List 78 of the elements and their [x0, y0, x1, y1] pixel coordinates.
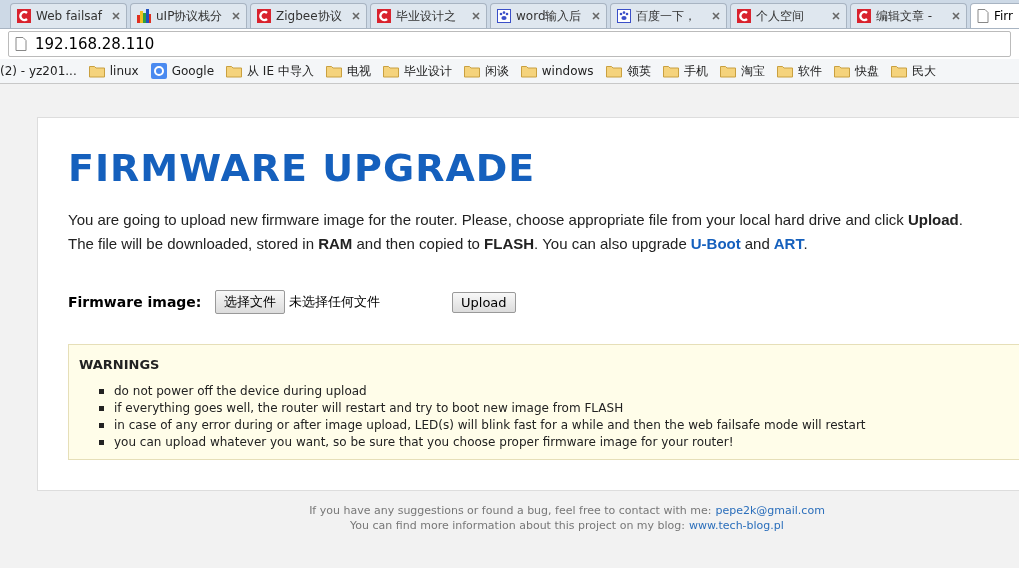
c-logo-icon: [17, 9, 31, 23]
field-label: Firmware image:: [68, 294, 203, 310]
footer-text: You can find more information about this project on my blog:: [350, 518, 686, 533]
paw-icon: [497, 9, 511, 23]
bookmark-item[interactable]: linux: [88, 64, 139, 78]
bookmark-item[interactable]: 闲谈: [463, 62, 509, 80]
folder-icon: [325, 64, 342, 78]
page-title: FIRMWARE UPGRADE: [68, 146, 537, 190]
address-field[interactable]: 192.168.28.110: [8, 31, 1011, 57]
intro-text: You are going to upload new firmware image for the router. Please, choose appropriate file from your local hard drive and click Upload.: [68, 210, 964, 230]
bullet-icon: [99, 388, 104, 394]
browser-tab[interactable]: 百度一下，: [610, 3, 727, 28]
close-icon[interactable]: [712, 12, 720, 20]
browser-tab[interactable]: 编辑文章 -: [850, 3, 967, 28]
bookmark-item[interactable]: 领英: [605, 62, 651, 80]
close-icon[interactable]: [832, 12, 840, 20]
browser-tab[interactable]: 毕业设计之: [370, 3, 487, 28]
bookmark-item[interactable]: Google: [150, 63, 215, 79]
page-icon: [15, 37, 27, 51]
close-icon[interactable]: [112, 12, 120, 20]
upload-button[interactable]: Upload: [452, 291, 516, 313]
close-icon[interactable]: [472, 12, 480, 20]
c-logo-icon: [857, 9, 871, 23]
close-icon[interactable]: [232, 12, 240, 20]
bookmark-item[interactable]: 从 IE 中导入: [226, 62, 314, 80]
folder-icon: [605, 64, 622, 78]
footer-text: If you have any suggestions or found a bug, feel free to contact with me:: [309, 503, 712, 518]
warning-text: do not power off the device during upload: [114, 384, 367, 398]
colorful-blocks-icon: [137, 9, 151, 23]
folder-icon: [662, 64, 679, 78]
art-link[interactable]: ART: [773, 232, 805, 256]
bookmark-item[interactable]: 淘宝: [719, 62, 765, 80]
bullet-icon: [99, 439, 104, 445]
browser-tab[interactable]: uIP协议栈分: [130, 3, 247, 28]
bullet-icon: [99, 422, 104, 428]
bullet-icon: [99, 405, 104, 411]
browser-tab[interactable]: Zigbee协议: [250, 3, 367, 28]
bookmark-item[interactable]: 快盘: [833, 62, 879, 80]
choose-file-button[interactable]: 选择文件: [215, 290, 285, 314]
bookmark-item[interactable]: 毕业设计: [382, 62, 452, 80]
browser-tab[interactable]: 个人空间: [730, 3, 847, 28]
folder-icon: [833, 64, 850, 78]
warnings-title: WARNINGS: [79, 357, 161, 372]
close-icon[interactable]: [592, 12, 600, 20]
c-logo-icon: [377, 9, 391, 23]
bookmark-item[interactable]: 软件: [776, 62, 822, 80]
folder-icon: [88, 64, 105, 78]
close-icon[interactable]: [352, 12, 360, 20]
footer-link[interactable]: pepe2k@gmail.com: [715, 503, 825, 518]
intro-text: The file will be downloaded, stored in RAM and then copied to FLASH. You can also upgrade: [68, 234, 687, 254]
bookmark-item[interactable]: 电视: [325, 62, 371, 80]
folder-icon: [890, 64, 907, 78]
and-text: and: [744, 234, 770, 254]
bookmark-item[interactable]: 手机: [662, 62, 708, 80]
folder-icon: [520, 64, 537, 78]
folder-icon: [776, 64, 793, 78]
folder-icon: [719, 64, 736, 78]
folder-icon: [463, 64, 480, 78]
bookmark-item[interactable]: (2) - yz201...: [0, 64, 77, 78]
browser-tab[interactable]: Web failsaf: [10, 3, 127, 28]
bookmark-item[interactable]: 民大: [890, 62, 936, 80]
browser-tab[interactable]: Firr: [970, 3, 1019, 28]
google-icon: [150, 63, 167, 79]
warning-text: you can upload whatever you want, so be sure that you choose proper firmware image for your router!: [114, 435, 734, 449]
folder-icon: [382, 64, 399, 78]
close-icon[interactable]: [952, 12, 960, 20]
file-status: 未选择任何文件: [289, 293, 381, 311]
c-logo-icon: [737, 9, 751, 23]
page-icon: [977, 9, 989, 23]
c-logo-icon: [257, 9, 271, 23]
folder-icon: [226, 64, 243, 78]
warning-text: in case of any error during or after image upload, LED(s) will blink fast for a while and then the web failsafe mode will restart: [114, 418, 866, 432]
warning-text: if everything goes well, the router will restart and try to boot new image from FLASH: [114, 401, 624, 415]
bookmark-item[interactable]: windows: [520, 64, 594, 78]
paw-icon: [617, 9, 631, 23]
uboot-link[interactable]: U-Boot: [690, 232, 741, 256]
browser-tab[interactable]: word输入后: [490, 3, 607, 28]
footer-link[interactable]: www.tech-blog.pl: [689, 518, 784, 533]
